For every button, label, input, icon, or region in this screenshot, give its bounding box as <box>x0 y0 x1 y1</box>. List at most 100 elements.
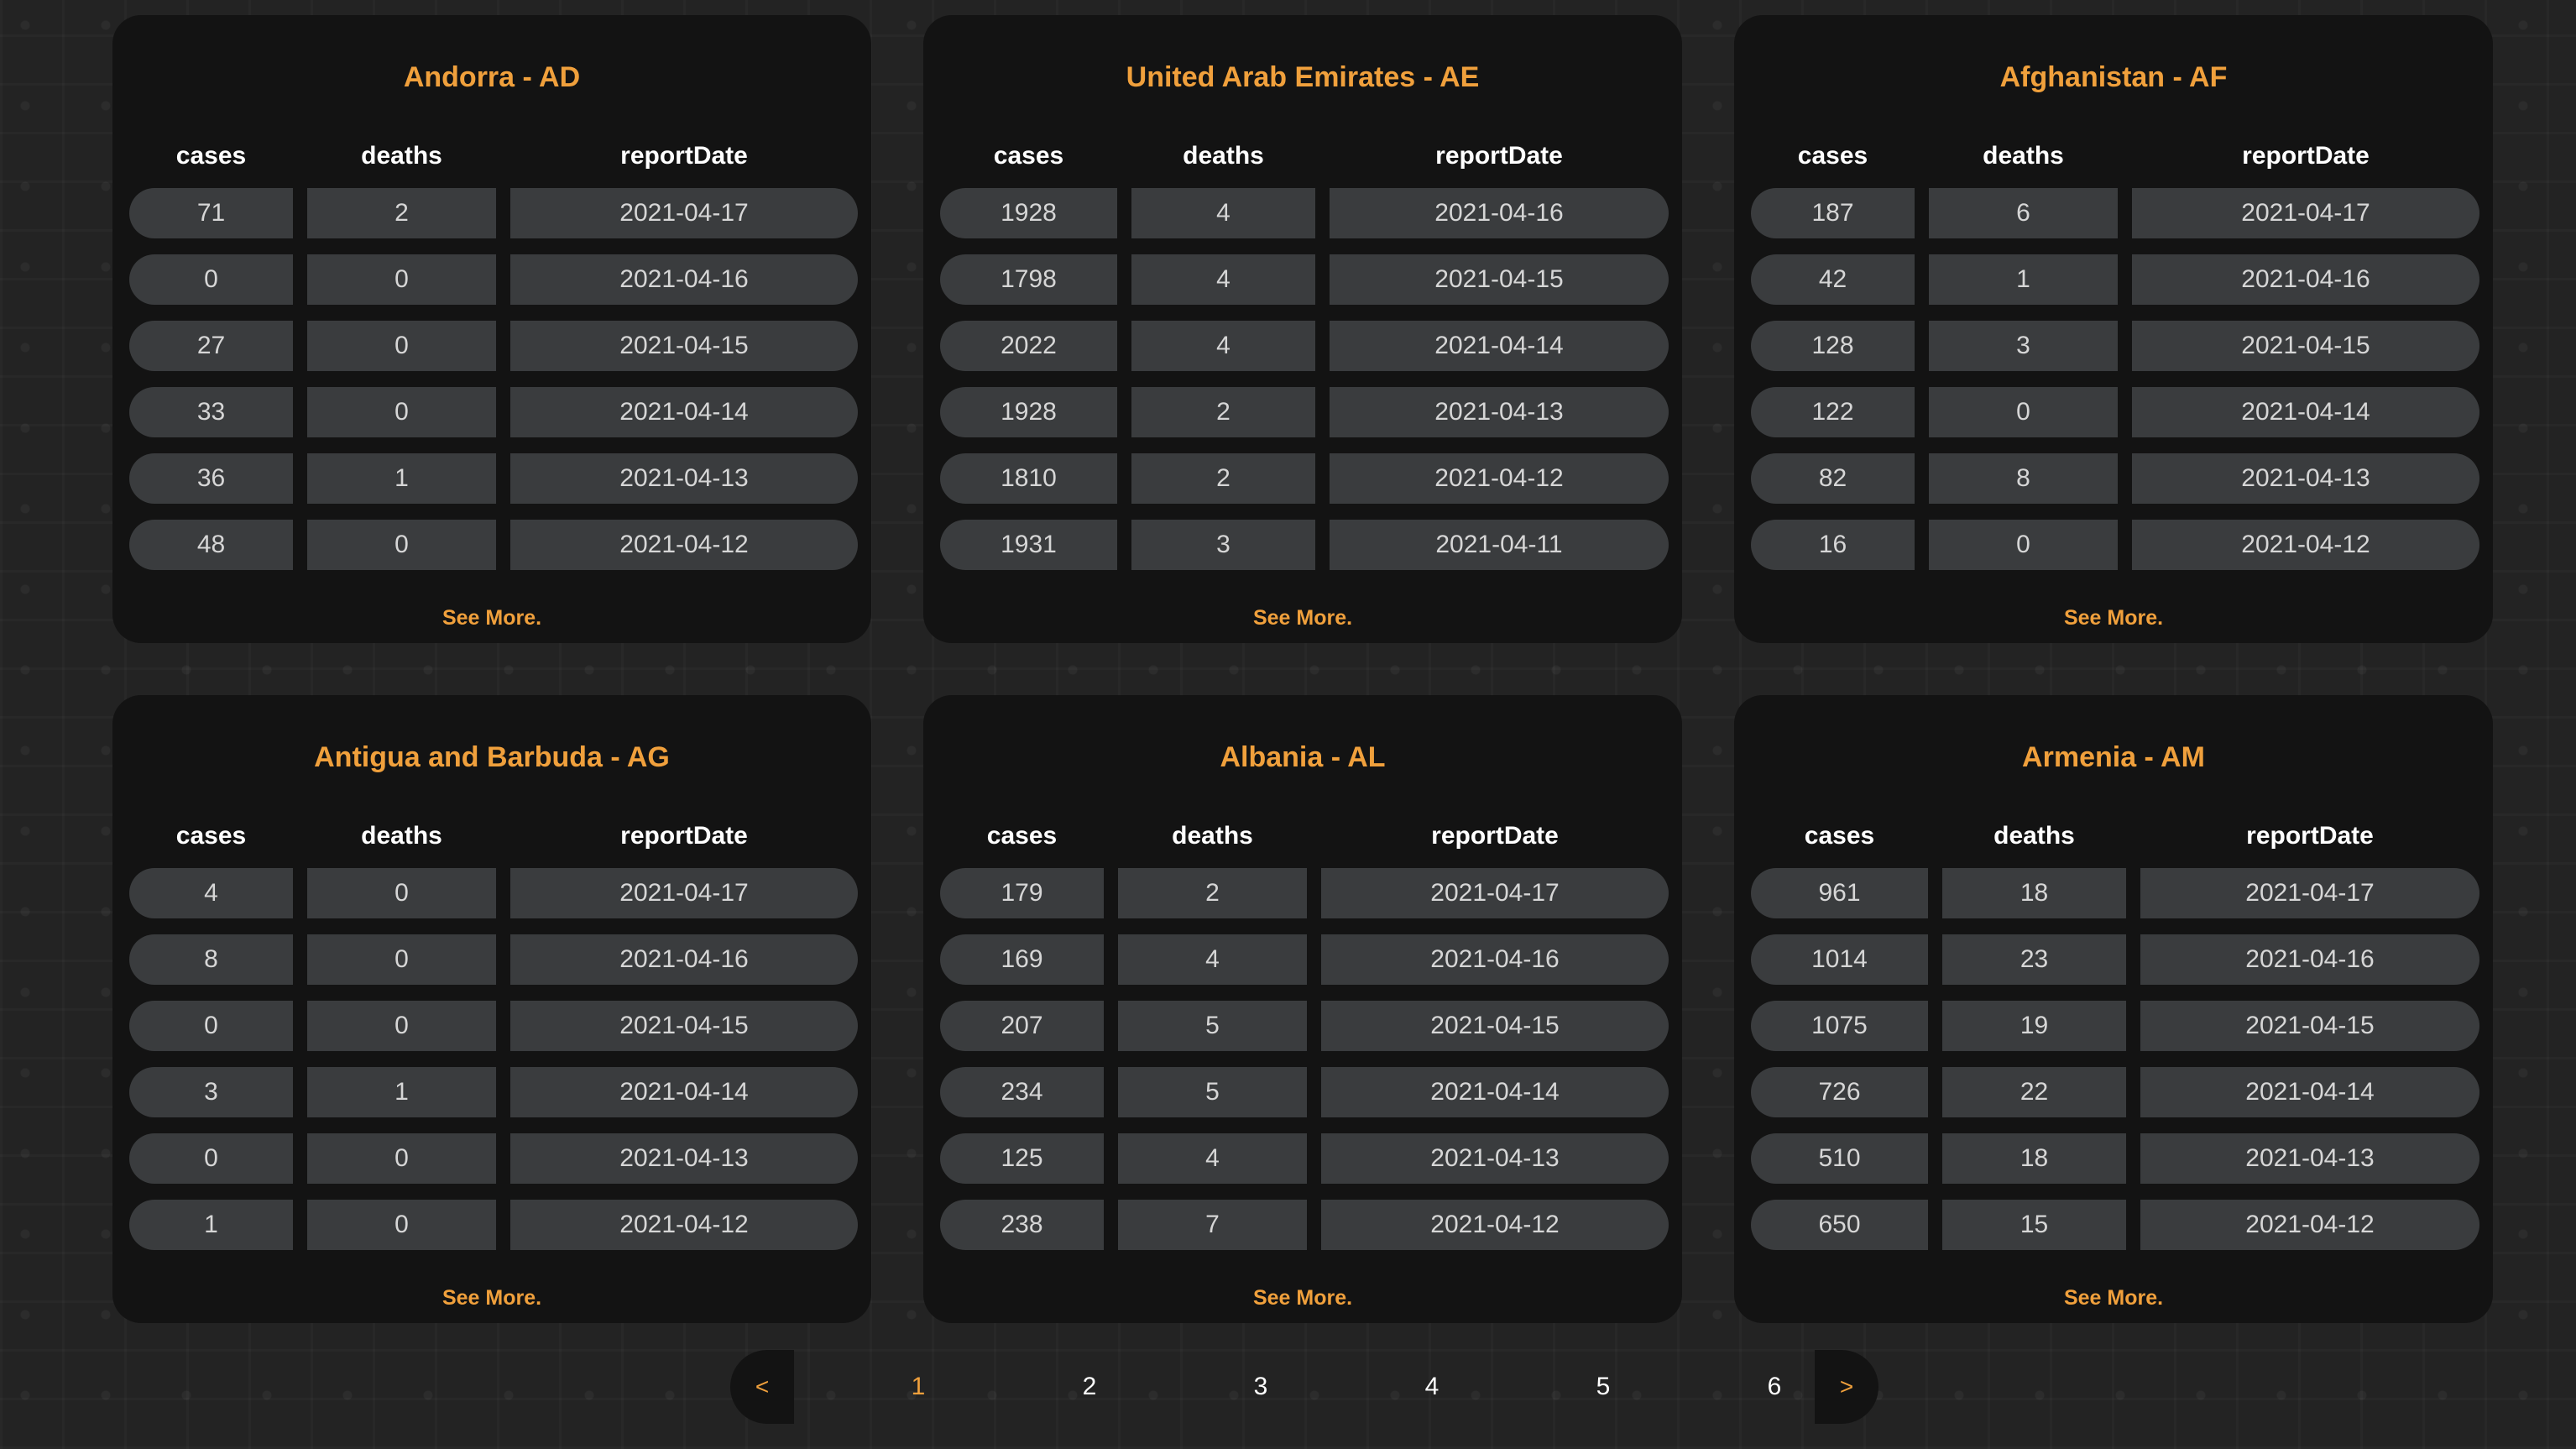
report-date-cell: 2021-04-15 <box>510 1001 858 1051</box>
deaths-cell: 5 <box>1118 1001 1307 1051</box>
report-date-cell: 2021-04-13 <box>510 453 858 504</box>
report-date-cell: 2021-04-15 <box>2132 321 2479 371</box>
report-date-cell: 2021-04-16 <box>1321 934 1669 985</box>
column-header-deaths: deaths <box>1993 822 2075 850</box>
page-button-6[interactable]: 6 <box>1732 1350 1816 1424</box>
table-row: 36 1 2021-04-13 <box>112 453 871 504</box>
deaths-cell: 4 <box>1131 188 1315 238</box>
deaths-cell: 0 <box>307 321 496 371</box>
cases-cell: 1798 <box>940 254 1117 305</box>
deaths-cell: 3 <box>1929 321 2118 371</box>
cases-cell: 122 <box>1751 387 1915 437</box>
column-header-deaths: deaths <box>1183 142 1264 170</box>
table-row: 8 0 2021-04-16 <box>112 934 871 985</box>
report-date-cell: 2021-04-17 <box>2132 188 2479 238</box>
country-card-afghanistan: Afghanistan - AF cases deaths reportDate… <box>1734 15 2493 643</box>
table-row: 650 15 2021-04-12 <box>1734 1200 2493 1250</box>
column-headers: cases deaths reportDate <box>923 818 1682 855</box>
column-header-cases: cases <box>175 142 247 170</box>
page-button-2[interactable]: 2 <box>1048 1350 1131 1424</box>
deaths-cell: 18 <box>1942 1133 2126 1184</box>
see-more-link[interactable]: See More. <box>112 1283 871 1313</box>
column-header-deaths: deaths <box>1983 142 2064 170</box>
cases-cell: 1928 <box>940 188 1117 238</box>
column-header-reportdate: reportDate <box>1431 822 1559 850</box>
report-date-cell: 2021-04-17 <box>2140 868 2479 918</box>
table-row: 961 18 2021-04-17 <box>1734 868 2493 918</box>
table-row: 0 0 2021-04-15 <box>112 1001 871 1051</box>
table-row: 510 18 2021-04-13 <box>1734 1133 2493 1184</box>
table-row: 48 0 2021-04-12 <box>112 520 871 570</box>
cases-cell: 125 <box>940 1133 1104 1184</box>
see-more-link[interactable]: See More. <box>923 1283 1682 1313</box>
deaths-cell: 0 <box>307 387 496 437</box>
column-header-cases: cases <box>175 822 247 850</box>
report-date-cell: 2021-04-17 <box>510 868 858 918</box>
table-row: 238 7 2021-04-12 <box>923 1200 1682 1250</box>
next-page-button[interactable]: > <box>1815 1350 1878 1424</box>
cases-cell: 16 <box>1751 520 1915 570</box>
table-row: 3 1 2021-04-14 <box>112 1067 871 1117</box>
column-header-reportdate: reportDate <box>620 142 748 170</box>
cases-cell: 961 <box>1751 868 1928 918</box>
column-header-deaths: deaths <box>361 822 442 850</box>
cases-cell: 36 <box>129 453 293 504</box>
cases-cell: 0 <box>129 254 293 305</box>
see-more-link[interactable]: See More. <box>1734 1283 2493 1313</box>
deaths-cell: 0 <box>307 520 496 570</box>
cases-cell: 234 <box>940 1067 1104 1117</box>
deaths-cell: 0 <box>307 868 496 918</box>
deaths-cell: 0 <box>1929 520 2118 570</box>
column-headers: cases deaths reportDate <box>112 138 871 175</box>
deaths-cell: 5 <box>1118 1067 1307 1117</box>
page-button-5[interactable]: 5 <box>1561 1350 1645 1424</box>
country-card-antigua-and-barbuda: Antigua and Barbuda - AG cases deaths re… <box>112 695 871 1323</box>
report-date-cell: 2021-04-12 <box>510 1200 858 1250</box>
see-more-link[interactable]: See More. <box>112 603 871 633</box>
deaths-cell: 18 <box>1942 868 2126 918</box>
deaths-cell: 22 <box>1942 1067 2126 1117</box>
column-header-reportdate: reportDate <box>2246 822 2374 850</box>
report-date-cell: 2021-04-12 <box>510 520 858 570</box>
deaths-cell: 2 <box>1131 453 1315 504</box>
page-button-4[interactable]: 4 <box>1390 1350 1474 1424</box>
column-header-reportdate: reportDate <box>1435 142 1563 170</box>
table-row: 0 0 2021-04-16 <box>112 254 871 305</box>
cases-cell: 82 <box>1751 453 1915 504</box>
report-date-cell: 2021-04-13 <box>1330 387 1669 437</box>
cases-cell: 0 <box>129 1133 293 1184</box>
report-date-cell: 2021-04-15 <box>1321 1001 1669 1051</box>
table-row: 1928 2 2021-04-13 <box>923 387 1682 437</box>
deaths-cell: 0 <box>307 934 496 985</box>
report-date-cell: 2021-04-15 <box>2140 1001 2479 1051</box>
table-row: 207 5 2021-04-15 <box>923 1001 1682 1051</box>
table-row: 187 6 2021-04-17 <box>1734 188 2493 238</box>
cases-cell: 128 <box>1751 321 1915 371</box>
page-button-1[interactable]: 1 <box>876 1350 960 1424</box>
deaths-cell: 15 <box>1942 1200 2126 1250</box>
report-date-cell: 2021-04-14 <box>2132 387 2479 437</box>
table-row: 4 0 2021-04-17 <box>112 868 871 918</box>
cases-cell: 4 <box>129 868 293 918</box>
deaths-cell: 2 <box>307 188 496 238</box>
cases-cell: 650 <box>1751 1200 1928 1250</box>
cases-cell: 187 <box>1751 188 1915 238</box>
table-row: 128 3 2021-04-15 <box>1734 321 2493 371</box>
column-header-cases: cases <box>1797 142 1868 170</box>
cases-cell: 2022 <box>940 321 1117 371</box>
see-more-link[interactable]: See More. <box>1734 603 2493 633</box>
deaths-cell: 0 <box>307 254 496 305</box>
report-date-cell: 2021-04-12 <box>1321 1200 1669 1250</box>
table-row: 122 0 2021-04-14 <box>1734 387 2493 437</box>
table-row: 33 0 2021-04-14 <box>112 387 871 437</box>
cases-cell: 1931 <box>940 520 1117 570</box>
see-more-link[interactable]: See More. <box>923 603 1682 633</box>
prev-page-button[interactable]: < <box>730 1350 794 1424</box>
page-button-3[interactable]: 3 <box>1219 1350 1303 1424</box>
country-card-armenia: Armenia - AM cases deaths reportDate 961… <box>1734 695 2493 1323</box>
deaths-cell: 8 <box>1929 453 2118 504</box>
cases-cell: 207 <box>940 1001 1104 1051</box>
deaths-cell: 4 <box>1131 254 1315 305</box>
table-row: 27 0 2021-04-15 <box>112 321 871 371</box>
cases-cell: 169 <box>940 934 1104 985</box>
